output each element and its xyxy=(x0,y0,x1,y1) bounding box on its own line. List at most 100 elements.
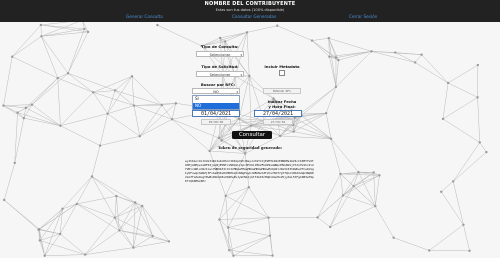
network-link xyxy=(60,92,94,126)
buscar-rfc-select[interactable]: NO ▾ xyxy=(192,88,240,94)
network-link xyxy=(329,56,337,87)
network-node xyxy=(271,254,274,257)
network-link xyxy=(246,25,278,33)
network-node xyxy=(223,40,227,43)
network-node xyxy=(352,184,355,188)
network-node xyxy=(132,246,135,249)
network-link xyxy=(311,40,330,57)
network-link xyxy=(317,217,331,228)
network-node xyxy=(476,96,479,99)
network-link xyxy=(209,150,246,154)
network-link xyxy=(131,76,135,106)
tipo-consulta-select[interactable]: Seleccionar ▾ xyxy=(196,51,244,57)
network-link xyxy=(134,202,153,237)
network-link xyxy=(25,77,58,109)
network-link xyxy=(171,103,177,120)
hora-final-input[interactable]: 23:59:59 xyxy=(263,119,293,125)
network-link xyxy=(76,195,117,205)
network-link xyxy=(220,32,248,39)
network-link xyxy=(251,124,293,126)
network-link xyxy=(442,82,449,119)
network-node xyxy=(220,139,223,142)
network-link xyxy=(139,104,163,137)
option-no[interactable]: NO xyxy=(193,102,239,109)
network-link xyxy=(441,181,454,192)
network-link xyxy=(448,82,478,98)
network-link xyxy=(429,224,464,251)
network-link xyxy=(229,235,271,251)
network-link xyxy=(328,38,337,87)
rfc-input[interactable]: BUSCAR RFC xyxy=(263,88,301,94)
chevron-down-icon: ▾ xyxy=(240,53,242,57)
network-link xyxy=(38,229,61,235)
network-link xyxy=(3,162,15,201)
network-node xyxy=(86,30,90,34)
network-link xyxy=(477,97,480,143)
fecha-inicial-input[interactable]: 01/04/2021 xyxy=(192,110,240,117)
chevron-down-icon: ▾ xyxy=(240,73,242,77)
network-node xyxy=(224,194,227,198)
network-link xyxy=(299,86,337,115)
network-link xyxy=(442,97,478,120)
network-link xyxy=(39,240,86,255)
network-link xyxy=(40,24,42,37)
buscar-rfc-label: Buscar por RFC: xyxy=(200,82,236,87)
network-node xyxy=(138,135,141,138)
network-node xyxy=(316,216,319,219)
network-node xyxy=(218,218,221,221)
network-node xyxy=(462,223,465,226)
network-link xyxy=(441,191,464,225)
network-link xyxy=(41,36,69,74)
network-link xyxy=(60,125,101,146)
network-node xyxy=(248,74,251,78)
network-node xyxy=(420,53,423,56)
network-link xyxy=(38,208,63,230)
network-link xyxy=(76,176,93,205)
network-link xyxy=(161,104,173,120)
network-node xyxy=(24,106,28,110)
network-link xyxy=(330,138,359,173)
network-node xyxy=(478,141,481,144)
network-link xyxy=(225,195,269,218)
network-link xyxy=(248,187,269,218)
network-node xyxy=(334,56,338,59)
network-link xyxy=(353,185,376,207)
network-link xyxy=(311,40,339,61)
network-node xyxy=(427,249,431,252)
network-link xyxy=(225,124,252,126)
network-link xyxy=(91,176,136,203)
tipo-solicitud-select[interactable]: Seleccionar ▾ xyxy=(196,71,244,77)
network-link xyxy=(31,77,58,105)
network-node xyxy=(167,240,171,243)
network-node xyxy=(228,248,231,252)
nav-cerrar-sesion[interactable]: Cerrar Sesión xyxy=(349,14,377,19)
network-link xyxy=(317,185,354,218)
network-node xyxy=(337,58,340,62)
network-link xyxy=(442,118,480,143)
network-node xyxy=(61,207,64,210)
network-node xyxy=(292,130,295,133)
network-node xyxy=(30,103,34,106)
network-node xyxy=(90,175,94,178)
network-node xyxy=(249,124,253,127)
network-node xyxy=(328,225,332,229)
nav-generar-consulta[interactable]: Generar Consulta xyxy=(126,14,163,19)
network-link xyxy=(277,25,313,41)
network-node xyxy=(278,134,282,138)
hora-inicial-input[interactable]: 00:00:00 xyxy=(201,119,231,125)
network-node xyxy=(329,137,333,140)
nav-consultas-generadas[interactable]: Consultar Generadas xyxy=(232,14,276,19)
network-link xyxy=(233,235,271,256)
network-node xyxy=(327,37,330,40)
network-link xyxy=(12,36,42,57)
incluir-metadata-label: Incluir Metadata xyxy=(264,64,300,69)
network-node xyxy=(324,111,328,115)
fecha-final-input[interactable]: 27/04/2021 xyxy=(254,110,302,117)
network-node xyxy=(310,39,314,42)
network-link xyxy=(31,73,69,105)
network-node xyxy=(247,186,251,189)
incluir-metadata-checkbox[interactable] xyxy=(279,70,285,76)
network-node xyxy=(441,117,445,121)
consultar-button[interactable]: Consultar xyxy=(232,131,272,139)
page-title: NOMBRE DEL CONTRIBUYENTE xyxy=(204,1,296,7)
